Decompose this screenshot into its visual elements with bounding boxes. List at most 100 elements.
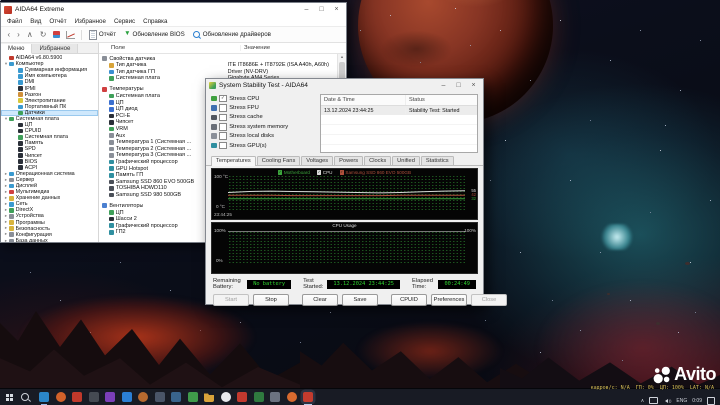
sst-status-row: Remaining Battery: No battery Test Start… [206,274,483,291]
stress-option[interactable]: Stress GPU(s) [211,141,315,150]
avito-watermark: Avito [653,364,716,385]
column-value[interactable]: Значение [241,45,270,51]
sst-maximize-button[interactable]: □ [451,80,466,91]
tray-chevron-icon[interactable]: ∧ [641,398,645,404]
log-row[interactable]: 13.12.2024 23:44:25 Stability Test: Start… [321,106,477,115]
tree-label: Системная плата [24,134,69,141]
sst-button-cpuid[interactable]: CPUID [391,294,427,306]
taskbar-file-explorer[interactable] [204,393,214,402]
tree-item-database[interactable]: ▸ База данных [1,238,98,242]
taskbar-app-12[interactable] [237,392,247,402]
sensor-group-title: Вентиляторы [109,202,144,209]
taskbar-app-14[interactable] [270,392,280,402]
sst-minimize-button[interactable]: – [436,80,451,91]
menu-item-Файл[interactable]: Файл [3,18,26,25]
sst-button-preferences[interactable]: Preferences [431,294,467,306]
taskbar-aida64[interactable] [303,392,313,405]
maximize-button[interactable]: □ [314,4,329,15]
sst-tab-Clocks[interactable]: Clocks [364,156,392,165]
notification-center-icon[interactable] [707,396,715,405]
log-col-datetime[interactable]: Date & Time [321,95,406,105]
legend-item[interactable]: ✓ Motherboard [277,170,310,175]
legend-item[interactable]: ✓ CPU [316,170,333,175]
report-icon [88,29,97,40]
menu-item-Сервис[interactable]: Сервис [110,18,139,25]
scroll-up-icon[interactable]: ▲ [340,54,344,61]
download-icon: ▼ [124,30,131,38]
legend-item[interactable]: ✓ Samsung SSD 860 EVO 500GB [339,170,411,175]
tab-Избранное[interactable]: Избранное [32,44,79,53]
graph-icon[interactable] [65,30,75,39]
taskbar-app-11[interactable] [220,392,231,402]
stress-option[interactable]: Stress system memory [211,122,315,131]
checkbox[interactable] [219,123,227,131]
tab-Меню[interactable]: Меню [1,44,33,54]
sst-button-save[interactable]: Save [342,294,378,306]
sst-tab-Voltages[interactable]: Voltages [301,156,334,165]
taskbar-app-1[interactable] [39,392,49,405]
bios-update-button[interactable]: ▼ Обновление BIOS [120,29,189,41]
taskbar-app-10[interactable] [187,392,198,402]
taskbar-app-6[interactable] [121,392,132,402]
up-icon[interactable]: ∧ [23,30,36,39]
sst-titlebar[interactable]: System Stability Test - AIDA64 – □ × [206,79,483,92]
refresh-icon[interactable]: ↻ [36,30,50,39]
sst-tab-Temperatures[interactable]: Temperatures [211,156,256,166]
tree-label: DirectX [15,207,34,214]
taskbar-app-9[interactable] [171,392,181,402]
column-field[interactable]: Поле [99,45,241,51]
report-button[interactable]: Отчёт [85,29,120,41]
menu-item-Избранное[interactable]: Избранное [71,18,110,25]
driver-update-button[interactable]: Обновление драйверов [189,29,275,41]
taskbar-app-5[interactable] [105,392,115,402]
network-icon[interactable] [649,397,659,404]
stress-option[interactable]: Stress cache [211,113,315,122]
test-started-label: Test Started: [303,278,324,290]
sst-tab-Powers[interactable]: Powers [334,156,364,165]
checkbox[interactable] [219,141,227,150]
taskbar-app-7[interactable] [138,392,148,402]
taskbar-app-15[interactable] [286,392,297,402]
sst-button-stop[interactable]: Stop [253,294,289,306]
start-button[interactable] [6,393,13,401]
sst-tab-Unified[interactable]: Unified [392,156,420,165]
taskbar-app-2[interactable] [55,392,66,402]
menu-item-Отчёт[interactable]: Отчёт [45,18,70,25]
taskbar-app-3[interactable] [72,392,82,402]
sst-tabs: Temperatures Cooling Fans Voltages Powers Cl… [206,154,483,166]
aida64-titlebar[interactable]: AIDA64 Extreme – □ × [1,3,346,16]
stars [0,0,1,1]
checkbox[interactable] [219,104,227,112]
checkbox[interactable] [219,113,227,122]
minimize-button[interactable]: – [299,4,314,15]
stress-option[interactable]: Stress FPU [211,103,315,112]
sst-tab-Statistics[interactable]: Statistics [420,156,454,165]
cpu-y-max-left: 100% [214,228,226,233]
taskbar-app-4[interactable] [88,392,99,402]
forward-icon[interactable]: › [14,30,24,39]
sst-tab-Cooling Fans[interactable]: Cooling Fans [256,156,301,165]
back-icon[interactable]: ‹ [4,30,14,39]
volume-icon[interactable]: )) [663,398,671,403]
log-col-status[interactable]: Status [406,95,428,105]
menu-item-Вид[interactable]: Вид [26,18,45,25]
close-button[interactable]: × [329,4,344,15]
language-indicator[interactable]: ENG [676,398,687,404]
checkbox[interactable]: ✓ [219,94,227,103]
clock[interactable]: 0:09 [692,398,702,404]
menu-item-Справка[interactable]: Справка [139,18,171,25]
stress-option[interactable]: ✓ Stress CPU [211,94,315,103]
sst-app-icon [209,82,216,89]
sst-close-button[interactable]: × [466,80,481,91]
sensor-group-title: Свойства датчика [109,55,156,62]
checkbox[interactable] [219,132,227,141]
sst-button-clear[interactable]: Clear [302,294,338,306]
temp1-icon [109,139,114,145]
taskbar-app-8[interactable] [154,392,165,402]
motherboard-icon [9,116,14,122]
kpi-panel-icon[interactable] [52,31,60,38]
stress-option[interactable]: Stress local disks [211,132,315,141]
taskbar-search-icon[interactable] [21,393,29,401]
taskbar-app-13[interactable] [253,392,264,402]
performance-overlay: кадров/с: N/A ГП: 0% ЦП: 100% LAT: N/A [590,385,714,391]
